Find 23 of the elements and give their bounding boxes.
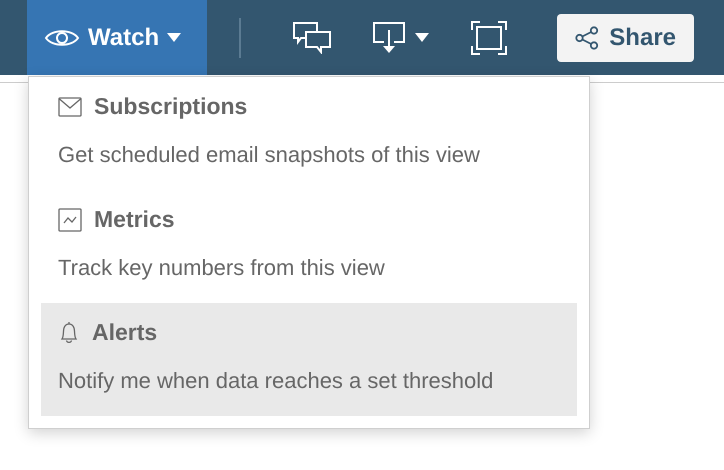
menu-item-description: Notify me when data reaches a set threshold xyxy=(58,368,494,394)
comments-button[interactable] xyxy=(293,22,331,54)
caret-icon xyxy=(167,33,182,42)
menu-item[interactable]: Alerts Notify me when data reaches a set threshold xyxy=(41,303,577,416)
share-icon xyxy=(575,26,600,50)
menu-item[interactable]: Subscriptions Get scheduled email snapshots of this view xyxy=(41,77,577,190)
download-button[interactable] xyxy=(373,22,429,54)
line-chart-icon xyxy=(58,208,82,232)
caret-icon xyxy=(415,33,429,42)
menu-item-description: Track key numbers from this view xyxy=(58,255,386,281)
menu-item-title: Metrics xyxy=(94,206,175,233)
download-icon xyxy=(373,22,405,54)
menu-item-description: Get scheduled email snapshots of this view xyxy=(58,142,481,168)
menu-item[interactable]: Metrics Track key numbers from this view xyxy=(41,190,577,303)
fullscreen-button[interactable] xyxy=(471,20,507,54)
fullscreen-icon xyxy=(471,20,507,54)
envelope-icon xyxy=(58,96,82,116)
bell-icon xyxy=(58,320,80,344)
menu-item-title: Alerts xyxy=(92,319,158,346)
share-button[interactable]: Share xyxy=(557,14,694,62)
speech-bubbles-icon xyxy=(293,22,331,54)
menu-item-title: Subscriptions xyxy=(94,93,248,120)
watch-button[interactable]: Watch xyxy=(27,0,207,75)
